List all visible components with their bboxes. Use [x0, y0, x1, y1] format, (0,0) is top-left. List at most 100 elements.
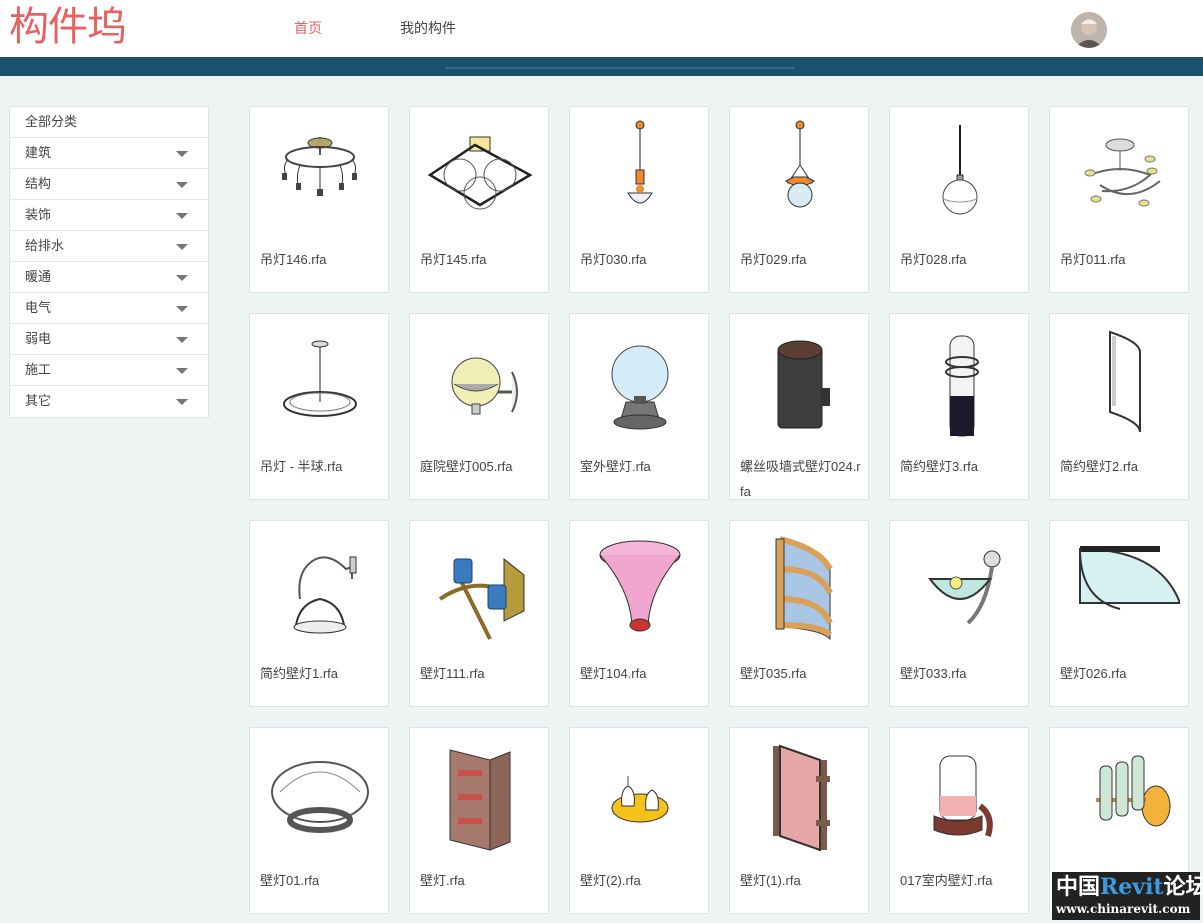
component-card[interactable]: 壁灯.rfa	[409, 727, 549, 914]
caret-down-icon[interactable]	[176, 337, 188, 343]
component-name: 017室内壁灯.rfa	[900, 873, 993, 888]
category-label: 其它	[25, 393, 52, 408]
caret-down-icon[interactable]	[176, 213, 188, 219]
component-name: 壁灯035.rfa	[740, 666, 807, 681]
garden-wall-lamp-icon	[451, 357, 518, 415]
component-card[interactable]: 吊灯145.rfa	[409, 106, 549, 293]
component-card[interactable]: 壁灯(2).rfa	[569, 727, 709, 914]
component-card[interactable]: 吊灯030.rfa	[569, 106, 709, 293]
component-name: 壁灯111.rfa	[420, 666, 485, 681]
category-item[interactable]: 施工	[10, 355, 208, 386]
category-item[interactable]: 装饰	[10, 200, 208, 231]
nav-my-components[interactable]: 我的构件	[400, 19, 456, 37]
component-name: 壁灯.rfa	[420, 873, 465, 888]
component-name: 壁灯(1).rfa	[740, 873, 801, 888]
watermark-url: www.chinarevit.com	[1056, 902, 1191, 916]
category-label: 弱电	[25, 331, 52, 346]
pendant-lamp-icon	[627, 120, 653, 204]
component-card[interactable]: 简约壁灯2.rfa	[1049, 313, 1189, 500]
avatar-image	[1071, 12, 1107, 48]
category-item[interactable]: 给排水	[10, 231, 208, 262]
panel-wall-lamp-icon	[773, 744, 830, 852]
branch-chandelier-icon	[1084, 138, 1161, 207]
component-name: 简约壁灯1.rfa	[260, 666, 339, 681]
component-name: 简约壁灯3.rfa	[900, 459, 979, 474]
top-header: 构件坞 首页 我的构件	[0, 0, 1203, 57]
hemisphere-pendant-icon	[283, 340, 357, 417]
component-card[interactable]: 壁灯104.rfa	[569, 520, 709, 707]
framed-wall-lamp-icon	[775, 536, 833, 641]
component-card[interactable]: 螺丝吸墙式壁灯024.rfa	[729, 313, 869, 500]
caret-down-icon[interactable]	[176, 368, 188, 374]
cylinder-wall-lamp-icon	[777, 340, 830, 429]
component-card[interactable]: 壁灯111.rfa	[409, 520, 549, 707]
component-card[interactable]: 室外壁灯.rfa	[569, 313, 709, 500]
bell-wall-lamp-icon	[293, 556, 357, 634]
lantern-wall-lamp-icon	[933, 755, 993, 837]
site-logo[interactable]: 构件坞	[9, 2, 127, 52]
category-item[interactable]: 弱电	[10, 324, 208, 355]
caret-down-icon[interactable]	[176, 275, 188, 281]
component-card[interactable]: 壁灯01.rfa	[249, 727, 389, 914]
watermark-text: 论坛	[1163, 874, 1203, 900]
category-label: 装饰	[25, 207, 52, 222]
category-label: 施工	[25, 362, 52, 377]
category-label: 全部分类	[25, 114, 78, 129]
component-name: 壁灯(2).rfa	[580, 873, 641, 888]
category-label: 建筑	[25, 145, 52, 160]
category-item[interactable]: 建筑	[10, 138, 208, 169]
caret-down-icon[interactable]	[176, 182, 188, 188]
nav-home[interactable]: 首页	[294, 19, 322, 37]
watermark-text: 中国	[1056, 874, 1101, 900]
twin-candle-lamp-icon	[611, 776, 669, 823]
component-card[interactable]: 壁灯(1).rfa	[729, 727, 869, 914]
component-name: 室外壁灯.rfa	[580, 459, 651, 474]
component-card[interactable]: 吊灯011.rfa	[1049, 106, 1189, 293]
component-card[interactable]: 吊灯028.rfa	[889, 106, 1029, 293]
category-item[interactable]: 暖通	[10, 262, 208, 293]
component-name: 壁灯01.rfa	[260, 873, 320, 888]
component-card[interactable]: 简约壁灯1.rfa	[249, 520, 389, 707]
tube-lamp-icon	[945, 335, 979, 437]
category-sidebar: 全部分类 建筑 结构 装饰 给排水 暖通 电气 弱电 施工 其它	[9, 106, 209, 418]
ring-lamp-icon	[271, 761, 369, 833]
component-card[interactable]: 壁灯026.rfa	[1049, 520, 1189, 707]
double-arm-wall-lamp-icon	[438, 557, 525, 640]
category-item[interactable]: 其它	[10, 386, 208, 417]
category-label: 结构	[25, 176, 52, 191]
globe-pendant-icon	[942, 125, 978, 215]
category-label: 暖通	[25, 269, 52, 284]
forum-watermark: 中国Revit论坛 www.chinarevit.com	[1052, 872, 1203, 920]
component-card[interactable]: 壁灯033.rfa	[889, 520, 1029, 707]
user-avatar[interactable]	[1071, 12, 1107, 48]
component-name: 庭院壁灯005.rfa	[420, 459, 513, 474]
component-name: 壁灯026.rfa	[1060, 666, 1127, 681]
component-name: 吊灯028.rfa	[900, 252, 967, 267]
caret-down-icon[interactable]	[176, 151, 188, 157]
category-item[interactable]: 电气	[10, 293, 208, 324]
category-all[interactable]: 全部分类	[10, 107, 208, 138]
caret-down-icon[interactable]	[176, 244, 188, 250]
component-card[interactable]: 吊灯029.rfa	[729, 106, 869, 293]
caret-down-icon[interactable]	[176, 399, 188, 405]
header-banner	[0, 57, 1203, 76]
component-name: 螺丝吸墙式壁灯024.rfa	[740, 459, 861, 499]
triple-tube-lamp-icon	[1096, 755, 1171, 827]
component-name: 吊灯146.rfa	[260, 252, 327, 267]
component-card[interactable]: 吊灯146.rfa	[249, 106, 389, 293]
component-card[interactable]: 简约壁灯3.rfa	[889, 313, 1029, 500]
category-item[interactable]: 结构	[10, 169, 208, 200]
trumpet-lamp-icon	[599, 540, 681, 632]
bowl-wall-lamp-icon	[927, 550, 1001, 625]
category-label: 电气	[25, 300, 52, 315]
component-name: 吊灯029.rfa	[740, 252, 807, 267]
brick-wall-lamp-icon	[449, 749, 511, 851]
caret-down-icon[interactable]	[176, 306, 188, 312]
component-card[interactable]: 庭院壁灯005.rfa	[409, 313, 549, 500]
component-card[interactable]: 吊灯 - 半球.rfa	[249, 313, 389, 500]
ceiling-globe-lamp-icon	[427, 136, 533, 210]
component-card[interactable]: 壁灯035.rfa	[729, 520, 869, 707]
component-name: 简约壁灯2.rfa	[1060, 459, 1139, 474]
component-card[interactable]: 017室内壁灯.rfa	[889, 727, 1029, 914]
component-name: 壁灯033.rfa	[900, 666, 967, 681]
